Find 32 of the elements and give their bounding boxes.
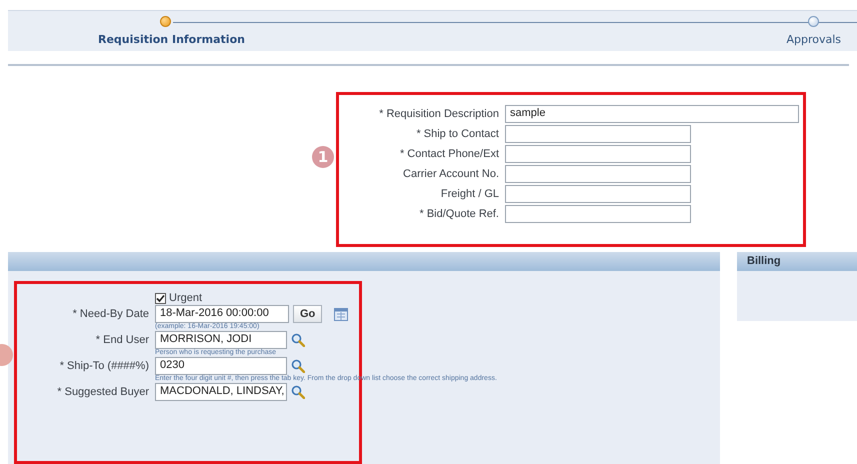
field-label: * Contact Phone/Ext — [398, 148, 499, 160]
field-label: * Bid/Quote Ref. — [418, 208, 499, 220]
search-icon[interactable] — [291, 359, 305, 373]
input-field[interactable] — [505, 145, 691, 163]
input-field[interactable]: MACDONALD, LINDSAY, — [155, 383, 287, 401]
field-label: Freight / GL — [440, 188, 499, 200]
input-field[interactable]: MORRISON, JODI — [155, 331, 287, 349]
input-field[interactable]: 0230 — [155, 357, 287, 375]
input-field[interactable]: 18-Mar-2016 00:00:00 — [155, 305, 289, 323]
input-field[interactable]: sample — [505, 105, 799, 123]
callout-number: 1 — [312, 146, 334, 168]
field-label: * Need-By Date — [72, 308, 149, 320]
input-field[interactable] — [505, 185, 691, 203]
search-icon[interactable] — [291, 385, 305, 399]
checkbox-label: Urgent — [169, 292, 202, 304]
search-icon[interactable] — [291, 333, 305, 347]
step-label[interactable]: Requisition Information — [98, 33, 245, 46]
input-field[interactable] — [505, 205, 691, 223]
checkbox[interactable] — [155, 292, 166, 304]
input-field[interactable] — [505, 165, 691, 183]
calendar-icon[interactable] — [334, 308, 348, 320]
input-field[interactable] — [505, 125, 691, 143]
check-icon — [156, 294, 165, 302]
field-label: Carrier Account No. — [402, 168, 499, 180]
field-label: * Ship-To (####%) — [58, 360, 149, 372]
field-label: * End User — [94, 334, 149, 346]
field-label: * Suggested Buyer — [56, 386, 149, 398]
field-label: * Ship to Contact — [415, 128, 499, 140]
field-label: * Requisition Description — [378, 108, 499, 120]
panel-header: Billing — [737, 252, 857, 271]
go-button[interactable]: Go — [293, 305, 322, 323]
step-label[interactable]: Approvals — [786, 33, 841, 46]
